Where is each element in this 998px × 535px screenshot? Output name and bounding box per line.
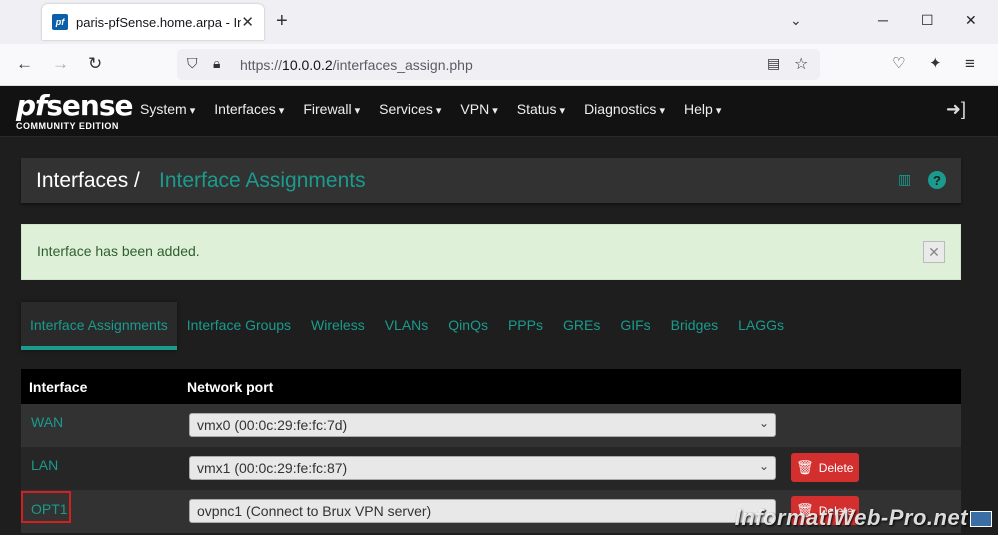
tab-interface-groups[interactable]: Interface Groups xyxy=(177,302,301,350)
url-bar[interactable]: ⛉ 🔒︎ https://10.0.0.2/interfaces_assign.… xyxy=(177,49,820,80)
close-tab-icon[interactable]: ✕ xyxy=(241,13,254,31)
chevron-down-icon: ⌄ xyxy=(758,416,769,430)
network-port-select-wan[interactable]: vmx0 (00:0c:29:fe:fc:7d) ⌄ xyxy=(189,413,776,437)
help-icon[interactable]: ? xyxy=(928,171,946,189)
app-menu-icon[interactable]: ≡ xyxy=(965,54,975,74)
pocket-icon[interactable]: ♡ xyxy=(892,54,905,72)
watermark-laptop-icon xyxy=(970,511,992,527)
delete-button-lan[interactable]: 🗑︎ Delete xyxy=(791,453,859,482)
logo-edition: COMMUNITY EDITION xyxy=(16,121,119,131)
interface-link-wan[interactable]: WAN xyxy=(31,414,63,430)
back-icon[interactable]: ← xyxy=(16,54,33,74)
tab-wireless[interactable]: Wireless xyxy=(301,302,375,350)
browser-tab-bar: pf paris-pfSense.home.arpa - Interfaces … xyxy=(0,0,998,44)
network-port-select-opt1[interactable]: ovpnc1 (Connect to Brux VPN server) ⌄ xyxy=(189,499,776,523)
minimize-icon[interactable]: ─ xyxy=(878,12,888,28)
pfsense-logo[interactable]: pfsense COMMUNITY EDITION xyxy=(16,92,133,132)
chevron-down-icon: ⌄ xyxy=(758,459,769,473)
tab-laggs[interactable]: LAGGs xyxy=(728,302,794,350)
network-port-select-lan[interactable]: vmx1 (00:0c:29:fe:fc:87) ⌄ xyxy=(189,456,776,480)
url-text[interactable]: https://10.0.0.2/interfaces_assign.php xyxy=(240,57,473,73)
tab-interface-assignments[interactable]: Interface Assignments xyxy=(21,302,177,350)
table-row: WAN vmx0 (00:0c:29:fe:fc:7d) ⌄ xyxy=(21,404,961,447)
reader-view-icon[interactable]: ▤ xyxy=(767,55,780,72)
reload-icon[interactable]: ↻ xyxy=(88,54,102,74)
interface-link-lan[interactable]: LAN xyxy=(31,457,58,473)
column-interface: Interface xyxy=(29,379,88,395)
bookmark-star-icon[interactable]: ☆ xyxy=(794,54,808,74)
status-chart-icon[interactable]: ▥ xyxy=(898,171,916,189)
breadcrumb: Interfaces / Interface Assignments ▥ ? xyxy=(21,158,961,203)
browser-tab[interactable]: pf paris-pfSense.home.arpa - Interfaces … xyxy=(42,4,264,40)
tab-ppps[interactable]: PPPs xyxy=(498,302,553,350)
logout-icon[interactable]: ➜] xyxy=(946,99,966,120)
window-close-icon[interactable]: ✕ xyxy=(965,12,977,29)
menu-help[interactable]: Help xyxy=(684,101,721,117)
maximize-icon[interactable]: ☐ xyxy=(921,12,934,29)
list-tabs-chevron-icon[interactable]: ⌄ xyxy=(790,12,802,29)
menu-diagnostics[interactable]: Diagnostics xyxy=(584,101,665,117)
menu-interfaces[interactable]: Interfaces xyxy=(214,101,284,117)
table-row: LAN vmx1 (00:0c:29:fe:fc:87) ⌄ 🗑︎ Delete xyxy=(21,447,961,490)
menu-status[interactable]: Status xyxy=(517,101,565,117)
menu-vpn[interactable]: VPN xyxy=(460,101,497,117)
trash-icon: 🗑︎ xyxy=(796,459,814,475)
menu-system[interactable]: System xyxy=(140,101,195,117)
forward-icon[interactable]: → xyxy=(52,54,69,74)
browser-nav-bar: ← → ↻ ⛉ 🔒︎ https://10.0.0.2/interfaces_a… xyxy=(0,44,998,86)
browser-tab-title: paris-pfSense.home.arpa - Interfaces xyxy=(76,14,241,30)
menu-services[interactable]: Services xyxy=(379,101,441,117)
breadcrumb-current[interactable]: Interface Assignments xyxy=(159,169,366,193)
menu-firewall[interactable]: Firewall xyxy=(303,101,360,117)
tab-vlans[interactable]: VLANs xyxy=(375,302,439,350)
watermark: InformatiWeb-Pro.net xyxy=(734,505,968,530)
interface-link-opt1[interactable]: OPT1 xyxy=(21,491,71,523)
page-content: Interfaces / Interface Assignments ▥ ? I… xyxy=(0,137,998,535)
pfsense-favicon-icon: pf xyxy=(52,14,68,30)
extensions-icon[interactable]: ✦ xyxy=(929,54,942,72)
alert-close-icon[interactable]: ✕ xyxy=(923,241,945,263)
breadcrumb-root[interactable]: Interfaces / xyxy=(36,169,140,193)
section-tabs: Interface Assignments Interface Groups W… xyxy=(21,302,794,350)
alert-message: Interface has been added. xyxy=(37,243,200,259)
new-tab-icon[interactable]: + xyxy=(276,10,288,33)
shield-icon[interactable]: ⛉ xyxy=(187,55,198,72)
tab-bridges[interactable]: Bridges xyxy=(661,302,728,350)
pfsense-header: pfsense COMMUNITY EDITION System Interfa… xyxy=(0,86,998,137)
tab-qinqs[interactable]: QinQs xyxy=(438,302,498,350)
tab-gifs[interactable]: GIFs xyxy=(610,302,660,350)
main-menu: System Interfaces Firewall Services VPN … xyxy=(140,101,740,117)
lock-icon[interactable]: 🔒︎ xyxy=(213,55,220,72)
table-header: Interface Network port xyxy=(21,369,961,404)
column-network-port: Network port xyxy=(187,379,274,395)
tab-gres[interactable]: GREs xyxy=(553,302,610,350)
success-alert: Interface has been added. ✕ xyxy=(21,224,961,280)
